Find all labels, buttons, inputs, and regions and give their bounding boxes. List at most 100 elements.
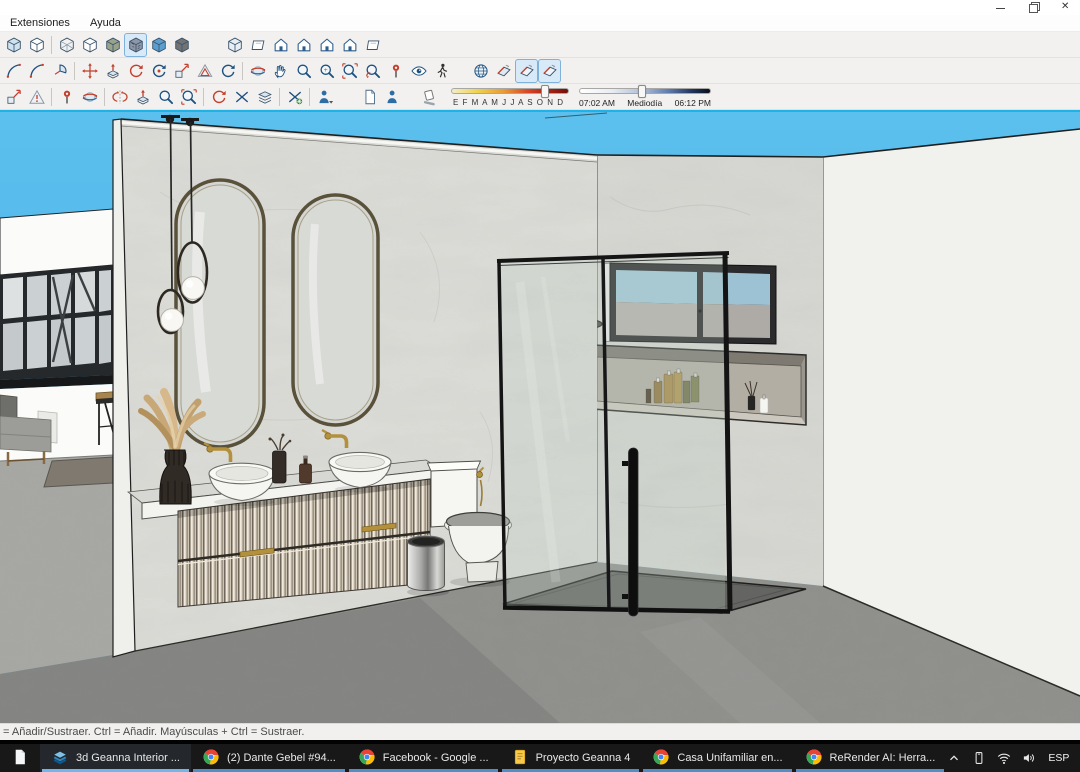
toolbar-row-draw-camera-sections: + <box>0 58 1080 84</box>
toolbar-separator <box>74 62 75 80</box>
tool-soften-edges-button[interactable] <box>25 85 48 109</box>
chrome-icon <box>652 748 670 769</box>
viewport-3d-scene[interactable] <box>0 112 1080 723</box>
window-controls <box>995 0 1076 15</box>
view-back-button[interactable] <box>315 33 338 57</box>
task-pinned-document[interactable] <box>0 744 40 772</box>
cam-position-camera-button[interactable] <box>384 59 407 83</box>
task-chrome-casa-unifamiliar[interactable]: Casa Unifamiliar en... <box>641 744 793 772</box>
tool-push-2-button[interactable] <box>131 85 154 109</box>
tool-arc-2pt-button[interactable] <box>2 59 25 83</box>
task-chrome-facebook[interactable]: Facebook - Google ... <box>347 744 500 772</box>
rug <box>44 457 113 487</box>
tool-rotate-button[interactable] <box>124 59 147 83</box>
shower-glass <box>497 253 730 616</box>
style-color-button[interactable] <box>147 33 170 57</box>
shadow-time-slider-handle[interactable] <box>638 85 646 98</box>
status-bar: = Añadir/Sustraer. Ctrl = Añadir. Mayúsc… <box>0 723 1080 740</box>
tool-flip-button[interactable] <box>108 85 131 109</box>
tool-offset-button[interactable] <box>193 59 216 83</box>
close-button-icon[interactable] <box>1061 2 1072 13</box>
shadow-month-slider-handle[interactable] <box>541 85 549 98</box>
toolbar-separator <box>309 88 310 106</box>
tool-avatar-button[interactable] <box>313 85 336 109</box>
tray-battery-icon[interactable] <box>971 750 987 766</box>
minimize-button-icon[interactable] <box>995 2 1006 13</box>
section-display-fill-button[interactable] <box>538 59 561 83</box>
tool-rotate-zoom-button[interactable] <box>207 85 230 109</box>
tool-intersect-button[interactable] <box>230 85 253 109</box>
cam-zoom-extents-button[interactable] <box>338 59 361 83</box>
task-chrome-rerender-ai[interactable]: ReRender AI: Herra... <box>794 744 947 772</box>
task-sketchup-3d-geanna[interactable]: 3d Geanna Interior ... <box>40 744 191 772</box>
restore-button-icon[interactable] <box>1028 2 1039 13</box>
toolbar-separator <box>104 88 105 106</box>
viewport-3d[interactable] <box>0 112 1080 723</box>
svg-text:+: + <box>323 67 327 74</box>
tray-volume-icon[interactable] <box>1021 750 1037 766</box>
view-iso-button[interactable] <box>223 33 246 57</box>
tool-solid-gear-button[interactable] <box>283 85 306 109</box>
tool-follow-me-button[interactable] <box>147 59 170 83</box>
menu-ayuda[interactable]: Ayuda <box>90 17 121 29</box>
toolbar-separator <box>51 88 52 106</box>
tool-position-pin-button[interactable] <box>55 85 78 109</box>
view-top-button[interactable] <box>246 33 269 57</box>
tool-zoom-2-button[interactable] <box>154 85 177 109</box>
status-hint: = Añadir/Sustraer. Ctrl = Añadir. Mayúsc… <box>3 726 304 738</box>
chrome-icon <box>358 748 376 769</box>
shadows-toggle-button[interactable] <box>418 85 441 109</box>
view-plan-button[interactable] <box>361 33 384 57</box>
style-wireframe-button[interactable] <box>55 33 78 57</box>
task-label: Facebook - Google ... <box>383 752 489 764</box>
style-monochrome-button[interactable] <box>170 33 193 57</box>
tool-layers-button[interactable] <box>253 85 276 109</box>
style-back-edges-button[interactable] <box>25 33 48 57</box>
tool-pie-button[interactable] <box>48 59 71 83</box>
toolbar-row-tools-shadows: E F M A M J J A S O N D 07:02 AM Mediodí… <box>0 84 1080 110</box>
tool-zoom-extents-2-button[interactable] <box>177 85 200 109</box>
shadow-time-slider[interactable]: 07:02 AM Mediodía 06:12 PM <box>579 85 711 109</box>
tool-arc-3pt-button[interactable] <box>25 59 48 83</box>
tool-rotate-copy-button[interactable] <box>216 59 239 83</box>
task-label: ReRender AI: Herra... <box>830 752 936 764</box>
style-shaded-button[interactable] <box>101 33 124 57</box>
task-label: Proyecto Geanna 4 <box>536 752 631 764</box>
cam-zoom-button[interactable] <box>292 59 315 83</box>
cam-orbit-button[interactable] <box>246 59 269 83</box>
tool-push-pull-button[interactable] <box>101 59 124 83</box>
task-notepad-proyecto-geanna[interactable]: Proyecto Geanna 4 <box>500 744 642 772</box>
task-label: 3d Geanna Interior ... <box>76 752 180 764</box>
view-left-button[interactable] <box>338 33 361 57</box>
tray-wifi-icon[interactable] <box>996 750 1012 766</box>
view-right-button[interactable] <box>292 33 315 57</box>
cam-zoom-window-button[interactable]: + <box>315 59 338 83</box>
tool-scale-2-button[interactable] <box>2 85 25 109</box>
cam-zoom-previous-button[interactable] <box>361 59 384 83</box>
shadow-month-slider[interactable]: E F M A M J J A S O N D <box>451 85 569 109</box>
menu-extensiones[interactable]: Extensiones <box>10 17 70 29</box>
tool-orbit-2-button[interactable] <box>78 85 101 109</box>
style-xray-button[interactable] <box>2 33 25 57</box>
taskbar-apps: 3d Geanna Interior ... (2) Dante Gebel #9… <box>0 744 946 772</box>
tool-new-page-button[interactable] <box>358 85 381 109</box>
view-front-button[interactable] <box>269 33 292 57</box>
section-display-planes-button[interactable] <box>492 59 515 83</box>
toolbar-gap <box>453 70 469 71</box>
style-hidden-line-button[interactable] <box>78 33 101 57</box>
cam-pan-button[interactable] <box>269 59 292 83</box>
tray-chevron-up-icon[interactable] <box>946 750 962 766</box>
section-plane-button[interactable] <box>469 59 492 83</box>
tray-language[interactable]: ESP <box>1046 752 1071 764</box>
toolbar-separator <box>242 62 243 80</box>
cam-look-around-button[interactable] <box>407 59 430 83</box>
tool-scale-button[interactable] <box>170 59 193 83</box>
task-label: Casa Unifamiliar en... <box>677 752 782 764</box>
tool-person-scale-button[interactable] <box>381 85 404 109</box>
cam-walk-button[interactable] <box>430 59 453 83</box>
style-shaded-textures-button[interactable] <box>124 33 147 57</box>
section-display-cuts-button[interactable] <box>515 59 538 83</box>
task-chrome-dante-gebel[interactable]: (2) Dante Gebel #94... <box>191 744 347 772</box>
shadows-toolbar: E F M A M J J A S O N D 07:02 AM Mediodí… <box>418 85 711 109</box>
tool-move-button[interactable] <box>78 59 101 83</box>
